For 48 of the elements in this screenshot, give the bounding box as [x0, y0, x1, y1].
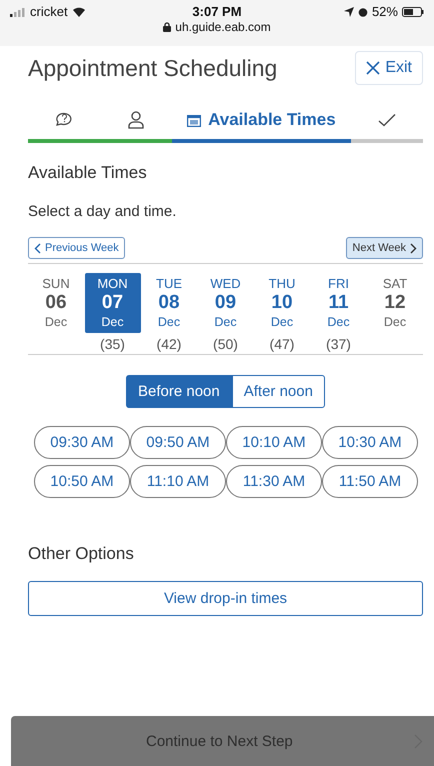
exit-button[interactable]: Exit	[355, 51, 423, 85]
time-slot-button[interactable]: 11:50 AM	[322, 465, 418, 498]
instruction-text: Select a day and time.	[28, 203, 178, 220]
slot-count: (42)	[156, 336, 182, 352]
clock-time: 3:07 PM	[192, 4, 242, 19]
battery-percent: 52%	[372, 4, 398, 19]
battery-icon	[402, 6, 424, 16]
signal-icon	[10, 6, 26, 16]
chevron-left-icon	[34, 242, 41, 254]
day-option[interactable]: MON 07 Dec	[84, 273, 140, 333]
next-week-button[interactable]: Next Week	[346, 237, 423, 259]
slot-count: (47)	[270, 336, 294, 352]
progress-step[interactable]: Available Times	[172, 107, 352, 143]
chat-question-icon	[54, 111, 74, 129]
carrier-name: cricket	[30, 4, 68, 19]
time-slot-button[interactable]: 09:50 AM	[130, 426, 226, 459]
time-period-toggle[interactable]: Before noon	[126, 375, 232, 408]
time-slot-button[interactable]: 10:50 AM	[34, 465, 130, 498]
close-icon	[366, 61, 380, 75]
checkmark-icon	[378, 113, 396, 127]
section-heading: Available Times	[28, 163, 148, 183]
lock-icon	[163, 22, 172, 32]
section-heading: Other Options	[28, 544, 135, 564]
previous-week-button[interactable]: Previous Week	[28, 237, 125, 259]
slot-count: (35)	[100, 336, 125, 352]
calendar-icon	[187, 114, 202, 126]
day-option[interactable]: SUN 06 Dec	[28, 273, 84, 333]
day-option[interactable]: SAT 12 Dec	[367, 273, 423, 333]
page-url: uh.guide.eab.com	[175, 20, 271, 34]
time-slot-button[interactable]: 10:30 AM	[322, 426, 418, 459]
time-slot-button[interactable]: 11:10 AM	[130, 465, 226, 498]
day-option[interactable]: THU 10 Dec	[254, 273, 310, 333]
time-slot-button[interactable]: 10:10 AM	[226, 426, 322, 459]
day-option[interactable]: WED 09 Dec	[198, 273, 254, 333]
time-slot-button[interactable]: 11:30 AM	[226, 465, 322, 498]
time-slot-button[interactable]: 09:30 AM	[34, 426, 130, 459]
person-icon	[128, 111, 144, 129]
day-option[interactable]: TUE 08 Dec	[141, 273, 197, 333]
slot-count: (37)	[326, 336, 351, 352]
page-title: Appointment Scheduling	[28, 54, 278, 82]
time-period-toggle[interactable]: After noon	[232, 375, 325, 408]
chevron-right-icon	[410, 242, 417, 254]
slot-count: (50)	[213, 336, 238, 352]
wifi-icon	[72, 6, 86, 17]
step-label: Available Times	[208, 110, 336, 130]
day-option[interactable]: FRI 11 Dec	[310, 273, 366, 333]
location-icon	[344, 6, 354, 16]
drop-in-times-button[interactable]: View drop-in times	[28, 581, 423, 616]
